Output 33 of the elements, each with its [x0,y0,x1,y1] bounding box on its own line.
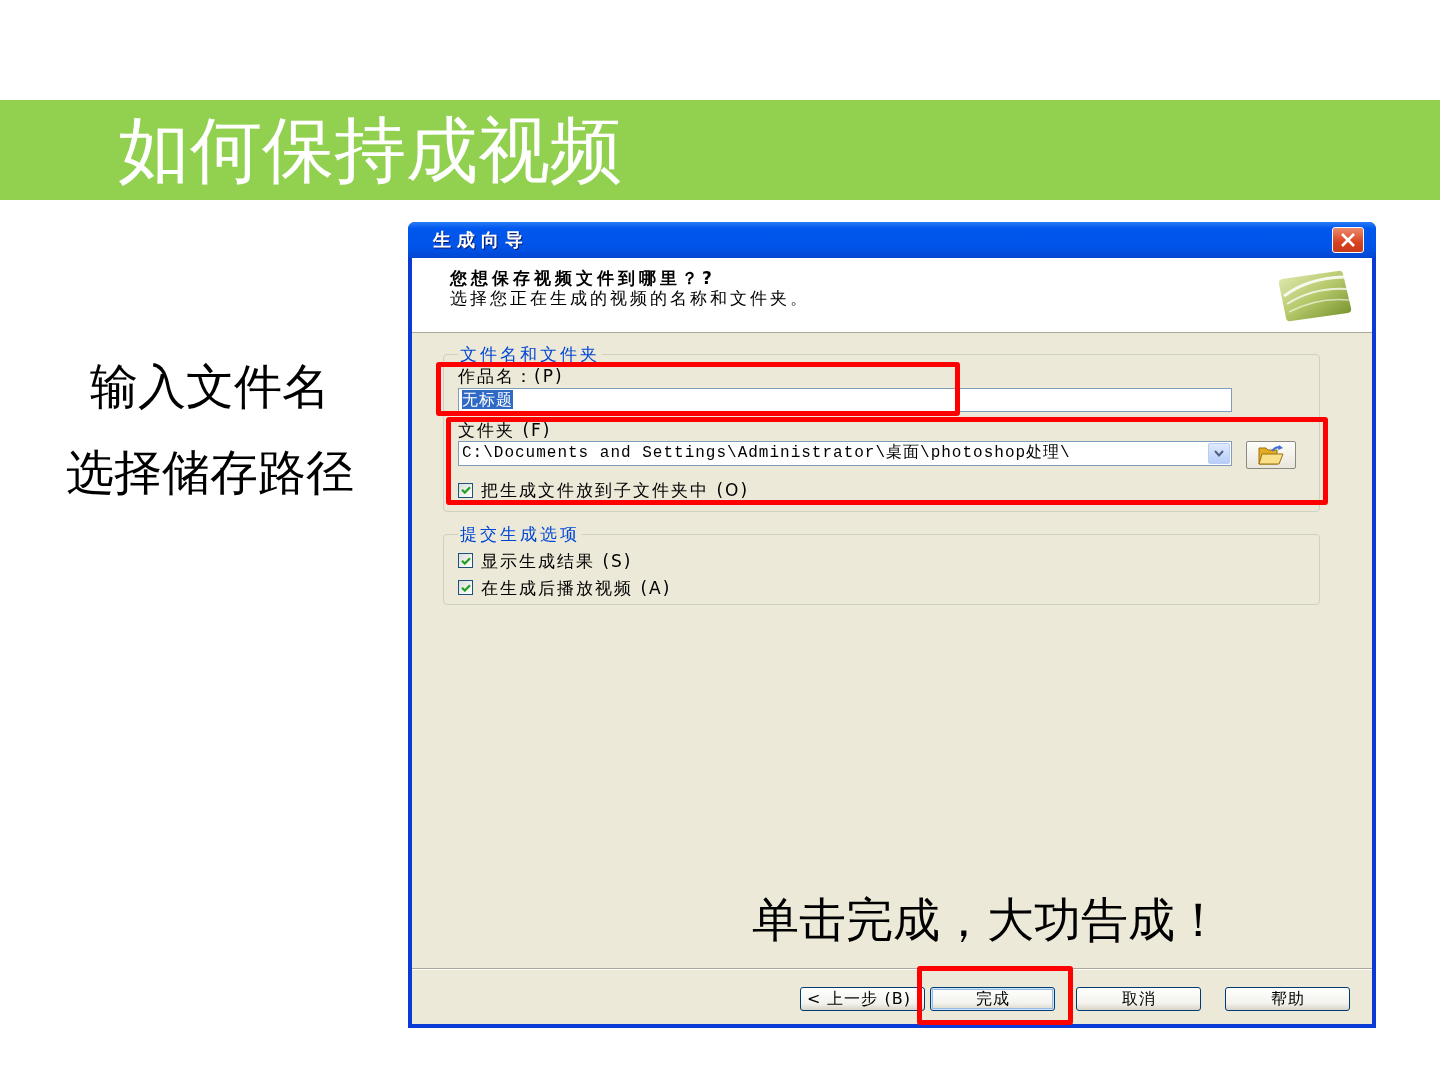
checkmark-icon [460,556,471,565]
window-title: 生成向导 [433,228,529,252]
field-label: 文件夹 (F) [458,420,552,440]
back-button[interactable]: < 上一步 (B) [800,987,925,1011]
instruction-text: 选择储存路径 [66,443,354,502]
cancel-button[interactable]: 取消 [1076,987,1201,1011]
checkbox[interactable] [458,553,473,568]
checkbox-label[interactable]: 在生成后播放视频 (A) [481,577,672,598]
checkbox[interactable] [458,580,473,595]
checkmark-icon [460,583,471,592]
close-button[interactable] [1332,227,1364,253]
group-title: 提交生成选项 [459,524,581,544]
close-icon [1340,233,1356,247]
header-heading: 您想保存视频文件到哪里？? [450,268,716,288]
chevron-down-icon [1214,450,1224,457]
swoosh-tile-icon [1278,270,1352,322]
field-label: 作品名：(P) [458,365,564,388]
checkbox-label[interactable]: 把生成文件放到子文件夹中 (O) [481,480,750,500]
folder-icon [1258,445,1284,465]
folder-combo[interactable]: C:\Documents and Settings\Administrator\桌面\photoshop处理\ [458,441,1232,466]
checkmark-icon [460,486,471,494]
checkbox[interactable] [458,482,473,498]
browse-button[interactable] [1246,441,1296,469]
finish-button[interactable]: 完成 [930,987,1055,1011]
header-subtitle: 选择您正在生成的视频的名称和文件夹。 [450,288,810,308]
callout-text: 单击完成，大功告成！ [752,891,1222,949]
checkbox-label[interactable]: 显示生成结果 (S) [481,550,633,571]
name-input[interactable]: 无标题 [458,388,1232,412]
dropdown-button[interactable] [1208,443,1230,464]
help-button[interactable]: 帮助 [1225,987,1350,1011]
instruction-text: 输入文件名 [90,357,330,416]
group-title: 文件名和文件夹 [459,344,601,364]
slide-title: 如何保持成视频 [118,107,622,194]
